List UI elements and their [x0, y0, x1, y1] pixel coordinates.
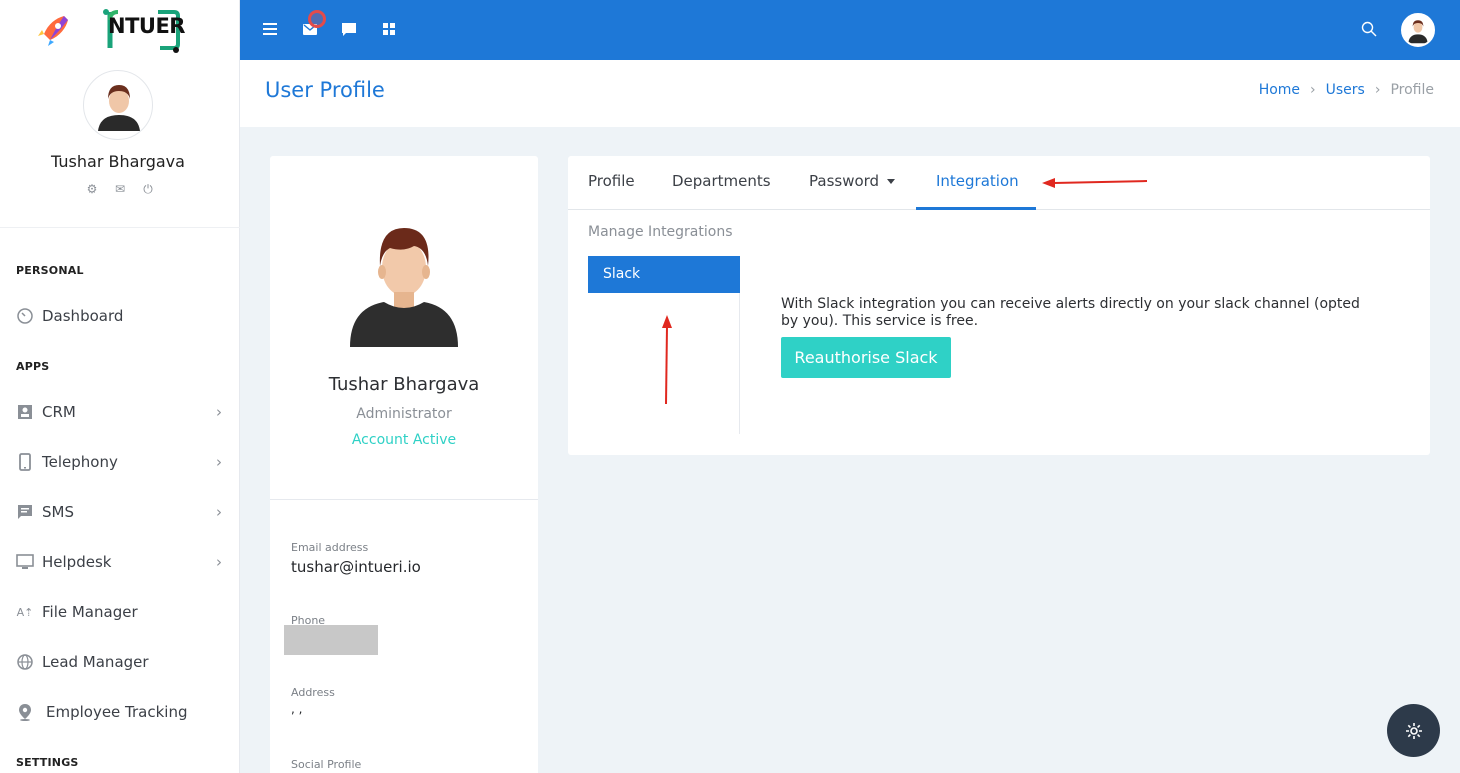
- chevron-right-icon: ›: [1310, 82, 1316, 98]
- sidebar-user-block: Tushar Bhargava ⚙ ✉ ⏻: [0, 60, 240, 228]
- phone-icon: [16, 453, 34, 471]
- integration-card: Profile Departments Password Integration…: [568, 156, 1430, 455]
- address-value: , ,: [291, 702, 303, 716]
- section-label-personal: PERSONAL: [16, 264, 84, 277]
- gear-icon: [1405, 722, 1422, 739]
- logo-area: NTUER: [0, 0, 240, 60]
- tab-departments[interactable]: Departments: [672, 172, 771, 190]
- integration-item-slack[interactable]: Slack: [588, 256, 740, 293]
- sidebar-item-employee-tracking[interactable]: Employee Tracking: [0, 692, 240, 732]
- sidebar-item-label: SMS: [42, 503, 74, 521]
- location-pin-icon: [16, 703, 34, 721]
- rocket-logo-icon: [38, 16, 68, 46]
- integration-menu: Slack: [588, 256, 740, 434]
- mail-icon[interactable]: ✉: [113, 182, 127, 197]
- tab-password-label: Password: [809, 172, 880, 190]
- sidebar-item-helpdesk[interactable]: Helpdesk ›: [0, 542, 240, 582]
- sidebar-item-dashboard[interactable]: Dashboard: [0, 296, 240, 336]
- notification-badge: [308, 10, 326, 28]
- sidebar-item-label: Dashboard: [42, 307, 124, 325]
- message-icon: [16, 503, 34, 521]
- sidebar-item-label: CRM: [42, 403, 76, 421]
- sidebar-item-label: Lead Manager: [42, 653, 149, 671]
- page-title: User Profile: [265, 78, 385, 102]
- active-tab-indicator: [916, 207, 1036, 210]
- sidebar-item-label: Telephony: [42, 453, 118, 471]
- brand-logo-text: NTUER: [108, 14, 185, 38]
- profile-role: Administrator: [356, 406, 452, 422]
- globe-icon: [16, 653, 34, 671]
- sidebar-item-label: File Manager: [42, 603, 138, 621]
- topbar-avatar[interactable]: [1401, 13, 1435, 47]
- monitor-icon: [16, 553, 34, 571]
- sidebar-item-lead-manager[interactable]: Lead Manager: [0, 642, 240, 682]
- apps-grid-icon[interactable]: [378, 18, 400, 40]
- user-avatar-icon: [98, 85, 140, 131]
- dashboard-icon: [16, 307, 34, 325]
- chevron-right-icon: ›: [216, 553, 222, 571]
- sidebar-item-label: Helpdesk: [42, 553, 112, 571]
- file-upload-icon: A⇡: [16, 605, 34, 619]
- sidebar: NTUER Tushar Bhargava ⚙ ✉ ⏻ PERSONAL Das…: [0, 0, 240, 773]
- chevron-right-icon: ›: [216, 453, 222, 471]
- chevron-right-icon: ›: [1374, 82, 1381, 98]
- manage-integrations-label: Manage Integrations: [588, 224, 733, 240]
- sidebar-item-label: Employee Tracking: [46, 703, 188, 721]
- gear-icon[interactable]: ⚙: [85, 182, 99, 197]
- breadcrumb: Home › Users › Profile: [1259, 82, 1434, 98]
- section-label-apps: APPS: [16, 360, 50, 373]
- chevron-right-icon: ›: [216, 403, 222, 421]
- section-label-settings: SETTINGS: [16, 756, 79, 769]
- avatar[interactable]: [83, 70, 153, 140]
- sidebar-item-file-manager[interactable]: A⇡ File Manager: [0, 592, 240, 632]
- reauthorise-slack-button[interactable]: Reauthorise Slack: [781, 337, 951, 378]
- sidebar-item-crm[interactable]: CRM ›: [0, 392, 240, 432]
- account-status: Account Active: [351, 432, 457, 448]
- breadcrumb-home[interactable]: Home: [1259, 82, 1300, 98]
- redacted-phone-value: [284, 625, 378, 655]
- email-value: tushar@intueri.io: [291, 558, 421, 576]
- profile-avatar-icon: [350, 228, 458, 347]
- chevron-right-icon: ›: [216, 503, 222, 521]
- social-profile-label: Social Profile: [291, 758, 362, 771]
- contact-card-icon: [16, 403, 34, 421]
- search-icon[interactable]: [1358, 18, 1380, 40]
- address-label: Address: [291, 686, 335, 699]
- sidebar-user-name: Tushar Bhargava: [51, 152, 185, 171]
- breadcrumb-users[interactable]: Users: [1326, 82, 1365, 98]
- tab-integration[interactable]: Integration: [936, 172, 1019, 190]
- profile-card: Tushar Bhargava Administrator Account Ac…: [270, 156, 538, 773]
- profile-name: Tushar Bhargava: [328, 374, 480, 395]
- power-icon[interactable]: ⏻: [141, 182, 155, 197]
- caret-down-icon: [887, 179, 896, 184]
- profile-tabs: Profile Departments Password Integration: [568, 156, 1430, 210]
- email-label: Email address: [291, 541, 369, 554]
- floating-settings-button[interactable]: [1387, 704, 1440, 757]
- topbar: [240, 0, 1460, 60]
- chat-icon[interactable]: [338, 18, 360, 40]
- user-avatar-icon: [1408, 20, 1428, 44]
- tab-profile[interactable]: Profile: [588, 172, 635, 190]
- slack-description: With Slack integration you can receive a…: [781, 296, 1360, 329]
- breadcrumb-profile: Profile: [1390, 82, 1434, 98]
- divider: [270, 499, 538, 500]
- page-header: User Profile Home › Users › Profile: [240, 60, 1460, 127]
- sidebar-item-telephony[interactable]: Telephony ›: [0, 442, 240, 482]
- tab-password[interactable]: Password: [809, 172, 896, 190]
- sidebar-user-actions: ⚙ ✉ ⏻: [80, 182, 160, 197]
- sidebar-item-sms[interactable]: SMS ›: [0, 492, 240, 532]
- hamburger-menu-icon[interactable]: [259, 18, 281, 40]
